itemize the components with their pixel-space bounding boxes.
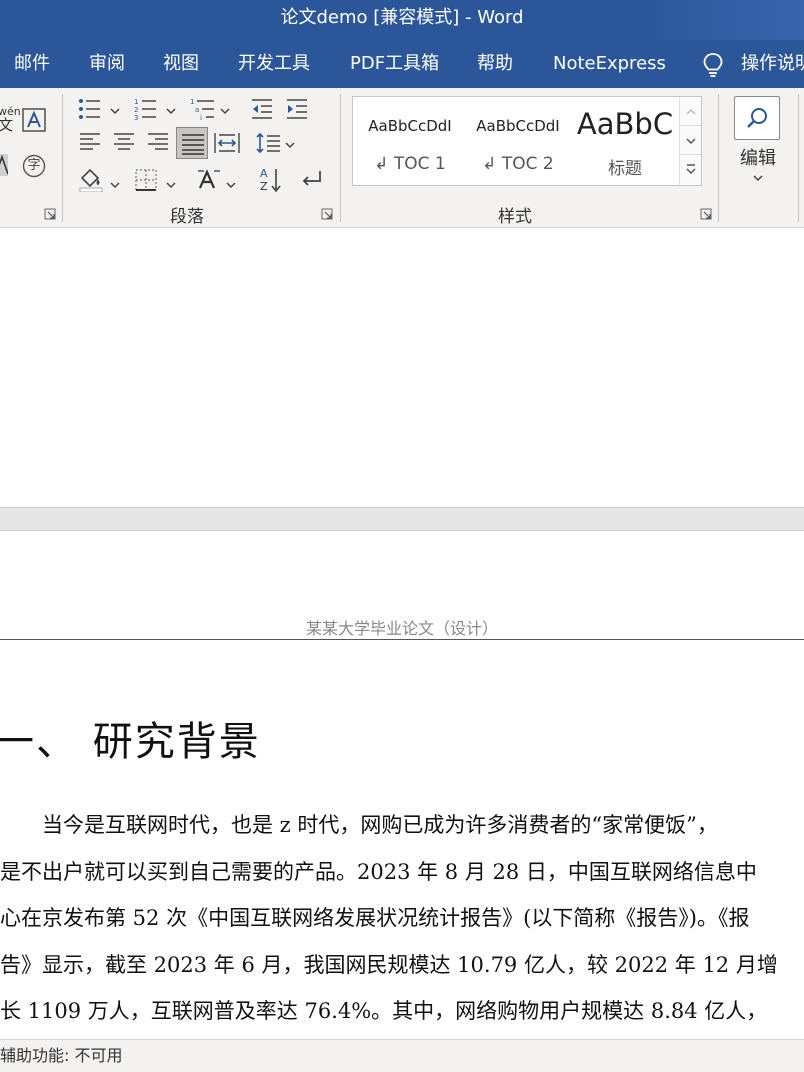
phonetic-guide-bottom: 文 <box>0 116 13 134</box>
styles-group-label: 样式 <box>498 207 532 227</box>
chevron-down-icon[interactable] <box>753 173 763 183</box>
phonetic-guide-button[interactable]: wén 文 <box>0 106 21 133</box>
gallery-more-button[interactable] <box>680 155 701 184</box>
svg-text:1: 1 <box>190 98 194 106</box>
status-bar: 辅助功能: 不可用 <box>0 1039 804 1072</box>
chevron-down-icon[interactable] <box>110 106 120 116</box>
svg-text:A: A <box>260 167 268 180</box>
ribbon-tab-bar: 邮件 审阅 视图 开发工具 PDF工具箱 帮助 NoteExpress 操作说明 <box>0 40 804 88</box>
editing-find-button[interactable] <box>734 96 780 140</box>
title-bar: 论文demo [兼容模式] - Word <box>0 0 804 40</box>
styles-gallery: AaBbCcDdI ↲ TOC 1 AaBbCcDdI ↲ TOC 2 AaBb… <box>352 96 702 186</box>
align-right-icon[interactable] <box>146 132 170 154</box>
font-dialog-launcher-icon[interactable] <box>44 208 56 220</box>
style-name: ↲ TOC 2 <box>482 154 554 174</box>
style-title[interactable]: AaBbC 标题 <box>571 97 679 185</box>
page-gap <box>0 507 804 531</box>
gallery-scroll-down-button[interactable] <box>680 126 701 155</box>
chevron-down-icon[interactable] <box>166 180 176 190</box>
style-sample: AaBbCcDdI <box>368 117 452 135</box>
document-page[interactable]: 某某大学毕业论文（设计） 一、 研究背景 当今是互联网时代，也是 z 时代，网购… <box>0 531 804 1039</box>
increase-indent-icon[interactable] <box>285 98 309 120</box>
search-icon <box>747 108 767 128</box>
ribbon-separator <box>718 94 719 222</box>
styles-gallery-scroll <box>679 97 701 185</box>
line-spacing-icon[interactable] <box>255 132 281 154</box>
chevron-down-icon[interactable] <box>166 106 176 116</box>
svg-text:1: 1 <box>134 98 138 106</box>
chevron-up-icon <box>686 108 696 115</box>
paragraph-group-label: 段落 <box>170 207 204 227</box>
justify-icon <box>182 134 204 155</box>
borders-icon[interactable] <box>134 168 158 192</box>
chevron-down-icon[interactable] <box>285 140 295 150</box>
style-sample: AaBbCcDdI <box>476 117 560 135</box>
tab-review[interactable]: 审阅 <box>89 40 125 88</box>
header-rule <box>0 639 804 640</box>
paragraph-dialog-launcher-icon[interactable] <box>321 208 333 220</box>
character-border-icon[interactable] <box>22 108 46 132</box>
tab-view[interactable]: 视图 <box>163 40 199 88</box>
ribbon-separator <box>340 94 341 222</box>
tab-mailings[interactable]: 邮件 <box>14 40 50 88</box>
multilevel-list-icon[interactable]: 1 a i <box>190 98 216 120</box>
tab-developer[interactable]: 开发工具 <box>238 40 310 88</box>
paragraph-line: 心在京发布第 52 次《中国互联网络发展状况统计报告》(以下简称《报告》)。《报 <box>0 906 750 930</box>
shading-icon[interactable] <box>78 166 104 192</box>
svg-text:a: a <box>195 106 199 114</box>
style-toc2[interactable]: AaBbCcDdI ↲ TOC 2 <box>465 97 571 185</box>
sort-icon[interactable]: A Z <box>258 166 284 194</box>
bullets-icon[interactable] <box>78 98 102 120</box>
ribbon-separator <box>798 94 799 222</box>
lightbulb-icon[interactable] <box>701 52 725 78</box>
chevron-down-icon[interactable] <box>220 106 230 116</box>
chevron-down-icon[interactable] <box>110 180 120 190</box>
style-toc1[interactable]: AaBbCcDdI ↲ TOC 1 <box>355 97 465 185</box>
svg-text:i: i <box>200 114 202 120</box>
editing-group-label[interactable]: 编辑 <box>740 144 776 170</box>
justify-button[interactable] <box>176 127 208 159</box>
character-shading-icon[interactable] <box>0 154 8 176</box>
paragraph-line: 是不出户就可以买到自己需要的产品。2023 年 8 月 28 日，中国互联网络信… <box>0 860 757 884</box>
styles-dialog-launcher-icon[interactable] <box>700 208 712 220</box>
style-name: ↲ TOC 1 <box>374 154 446 174</box>
previous-page-bottom[interactable] <box>0 229 804 507</box>
align-left-icon[interactable] <box>78 132 102 154</box>
asian-layout-icon[interactable] <box>196 168 222 192</box>
paragraph-line: 当今是互联网时代，也是 z 时代，网购已成为许多消费者的“家常便饭”， <box>0 813 718 837</box>
svg-text:Z: Z <box>260 180 268 193</box>
align-center-icon[interactable] <box>112 132 136 154</box>
chevron-down-icon <box>686 138 696 145</box>
chevron-down-icon[interactable] <box>226 180 236 190</box>
svg-text:2: 2 <box>134 106 138 114</box>
ribbon: wén 文 字 1 2 3 1 a i <box>0 88 804 228</box>
decrease-indent-icon[interactable] <box>250 98 274 120</box>
accessibility-status[interactable]: 辅助功能: 不可用 <box>0 1040 122 1072</box>
enclose-characters-label: 字 <box>27 158 41 173</box>
tab-pdf-toolbox[interactable]: PDF工具箱 <box>350 40 439 88</box>
numbering-icon[interactable]: 1 2 3 <box>134 98 158 120</box>
gallery-scroll-up-button[interactable] <box>680 97 701 126</box>
page-header: 某某大学毕业论文（设计） <box>305 619 498 638</box>
tell-me-search[interactable]: 操作说明 <box>741 40 804 88</box>
window-title: 论文demo [兼容模式] - Word <box>280 7 524 28</box>
paragraph-line: 告》显示，截至 2023 年 6 月，我国网民规模达 10.79 亿人，较 20… <box>0 953 778 977</box>
show-formatting-marks-icon[interactable] <box>298 168 324 192</box>
heading-1: 一、 研究背景 <box>0 719 261 765</box>
svg-text:3: 3 <box>134 114 138 120</box>
paragraph-line: 长 1109 万人，互联网普及率达 76.4%。其中，网络购物用户规模达 8.8… <box>0 999 768 1023</box>
style-name: 标题 <box>608 159 642 179</box>
tab-help[interactable]: 帮助 <box>477 40 513 88</box>
ribbon-separator <box>62 94 63 222</box>
distributed-icon[interactable] <box>214 132 240 154</box>
tab-noteexpress[interactable]: NoteExpress <box>553 40 666 88</box>
more-styles-icon <box>686 164 696 175</box>
style-sample: AaBbC <box>576 107 674 141</box>
